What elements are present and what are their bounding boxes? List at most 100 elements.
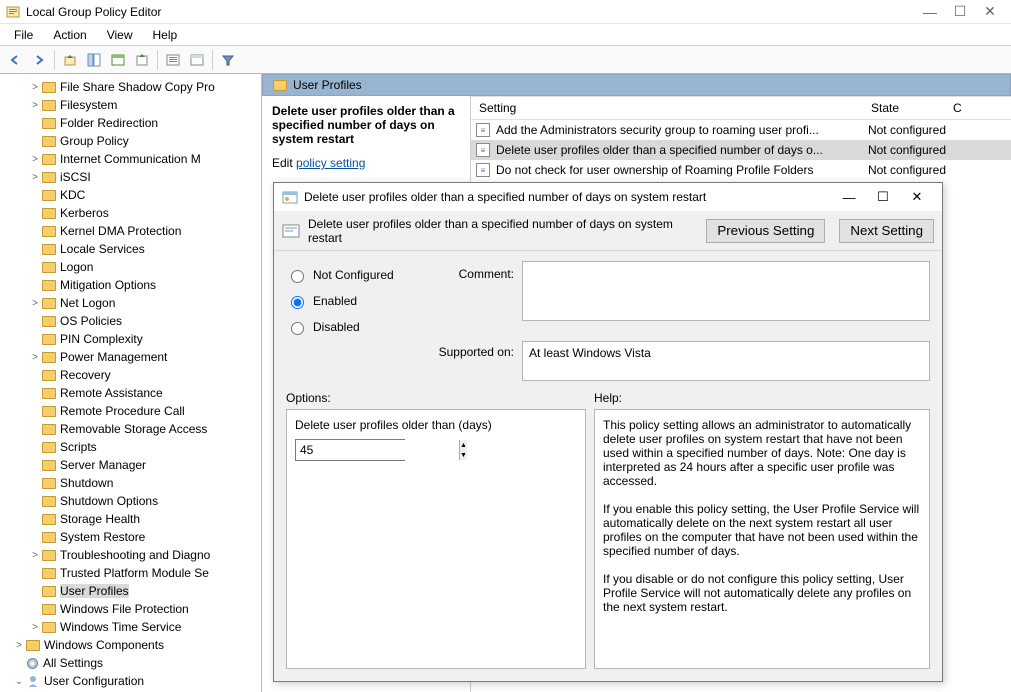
folder-icon [42,244,56,255]
help-label: Help: [594,391,930,405]
tree-item[interactable]: Group Policy [0,132,261,150]
col-comment[interactable]: C [945,101,970,115]
days-input[interactable] [296,440,459,460]
tree-item[interactable]: OS Policies [0,312,261,330]
tree-item[interactable]: Recovery [0,366,261,384]
right-header-title: User Profiles [293,78,362,92]
dialog-maximize[interactable]: ☐ [866,189,900,205]
comment-field[interactable] [522,261,930,321]
folder-icon [42,550,56,561]
tree-item[interactable]: All Settings [0,654,261,672]
tree-item[interactable]: >iSCSI [0,168,261,186]
filter-button[interactable] [217,49,239,71]
next-setting-button[interactable]: Next Setting [839,219,934,243]
tree-item[interactable]: Storage Health [0,510,261,528]
tree-item[interactable]: Locale Services [0,240,261,258]
tree-item[interactable]: PIN Complexity [0,330,261,348]
radio-disabled[interactable]: Disabled [286,319,406,335]
col-setting[interactable]: Setting [471,101,825,115]
back-button[interactable] [4,49,26,71]
menu-help[interactable]: Help [143,26,188,44]
folder-icon [42,604,56,615]
dialog-icon [282,189,298,205]
spin-up[interactable]: ▲ [459,440,467,450]
export-button[interactable] [131,49,153,71]
spin-down[interactable]: ▼ [459,450,467,460]
tree-item[interactable]: >Internet Communication M [0,150,261,168]
tree-item[interactable]: Trusted Platform Module Se [0,564,261,582]
radio-enabled[interactable]: Enabled [286,293,406,309]
user-icon [26,674,40,688]
folder-icon [273,80,287,91]
tree-panel[interactable]: >File Share Shadow Copy Pro>FilesystemFo… [0,74,262,692]
right-header: User Profiles [262,74,1011,96]
properties-button[interactable] [107,49,129,71]
tree-item[interactable]: Removable Storage Access [0,420,261,438]
list-row[interactable]: ≡Add the Administrators security group t… [471,120,1011,140]
menu-action[interactable]: Action [43,26,96,44]
tree-item[interactable]: Windows File Protection [0,600,261,618]
tree-item[interactable]: Scripts [0,438,261,456]
folder-icon [42,190,56,201]
folder-icon [42,586,56,597]
folder-icon [42,118,56,129]
policy-icon: ≡ [476,163,490,177]
help-button[interactable] [186,49,208,71]
col-state[interactable]: State [825,101,945,115]
close-button[interactable]: ✕ [975,3,1005,20]
folder-icon [42,316,56,327]
tree-item[interactable]: Shutdown Options [0,492,261,510]
folder-icon [42,496,56,507]
minimize-button[interactable]: ― [915,4,945,20]
list-row[interactable]: ≡Do not check for user ownership of Roam… [471,160,1011,180]
tree-item[interactable]: Folder Redirection [0,114,261,132]
tree-item[interactable]: >Net Logon [0,294,261,312]
tree-item[interactable]: >Windows Components [0,636,261,654]
tree-item[interactable]: Shutdown [0,474,261,492]
tree-item[interactable]: >Troubleshooting and Diagno [0,546,261,564]
policy-setting-link[interactable]: policy setting [296,156,365,170]
menu-view[interactable]: View [97,26,143,44]
folder-icon [42,172,56,183]
tree-item[interactable]: Remote Procedure Call [0,402,261,420]
tree-item[interactable]: >Filesystem [0,96,261,114]
show-hide-tree-button[interactable] [83,49,105,71]
folder-icon [26,640,40,651]
tree-item[interactable]: Mitigation Options [0,276,261,294]
dialog-sub-icon [282,222,300,240]
tree-item[interactable]: Remote Assistance [0,384,261,402]
folder-icon [42,334,56,345]
dialog-minimize[interactable]: ― [832,190,866,205]
forward-button[interactable] [28,49,50,71]
refresh-button[interactable] [162,49,184,71]
tree-item[interactable]: Logon [0,258,261,276]
folder-icon [42,388,56,399]
list-row[interactable]: ≡Delete user profiles older than a speci… [471,140,1011,160]
tree-item[interactable]: Kernel DMA Protection [0,222,261,240]
list-header: Setting State C [471,96,1011,120]
maximize-button[interactable]: ☐ [945,3,975,20]
previous-setting-button[interactable]: Previous Setting [706,219,825,243]
menu-file[interactable]: File [4,26,43,44]
policy-icon: ≡ [476,143,490,157]
tree-item[interactable]: >Windows Time Service [0,618,261,636]
options-label: Options: [286,391,586,405]
comment-label: Comment: [414,261,514,281]
dialog-close[interactable]: ✕ [900,189,934,205]
radio-not-configured[interactable]: Not Configured [286,267,406,283]
policy-dialog: Delete user profiles older than a specif… [273,182,943,682]
option-days-label: Delete user profiles older than (days) [295,418,577,432]
tree-item[interactable]: >Power Management [0,348,261,366]
supported-text: At least Windows Vista [522,341,930,381]
gear-icon [26,657,39,670]
folder-icon [42,622,56,633]
tree-item[interactable]: System Restore [0,528,261,546]
tree-item[interactable]: Kerberos [0,204,261,222]
help-box: This policy setting allows an administra… [594,409,930,669]
tree-item[interactable]: User Profiles [0,582,261,600]
tree-item-user-configuration[interactable]: ⌄User Configuration [0,672,261,690]
tree-item[interactable]: Server Manager [0,456,261,474]
tree-item[interactable]: KDC [0,186,261,204]
tree-item[interactable]: >File Share Shadow Copy Pro [0,78,261,96]
up-button[interactable] [59,49,81,71]
